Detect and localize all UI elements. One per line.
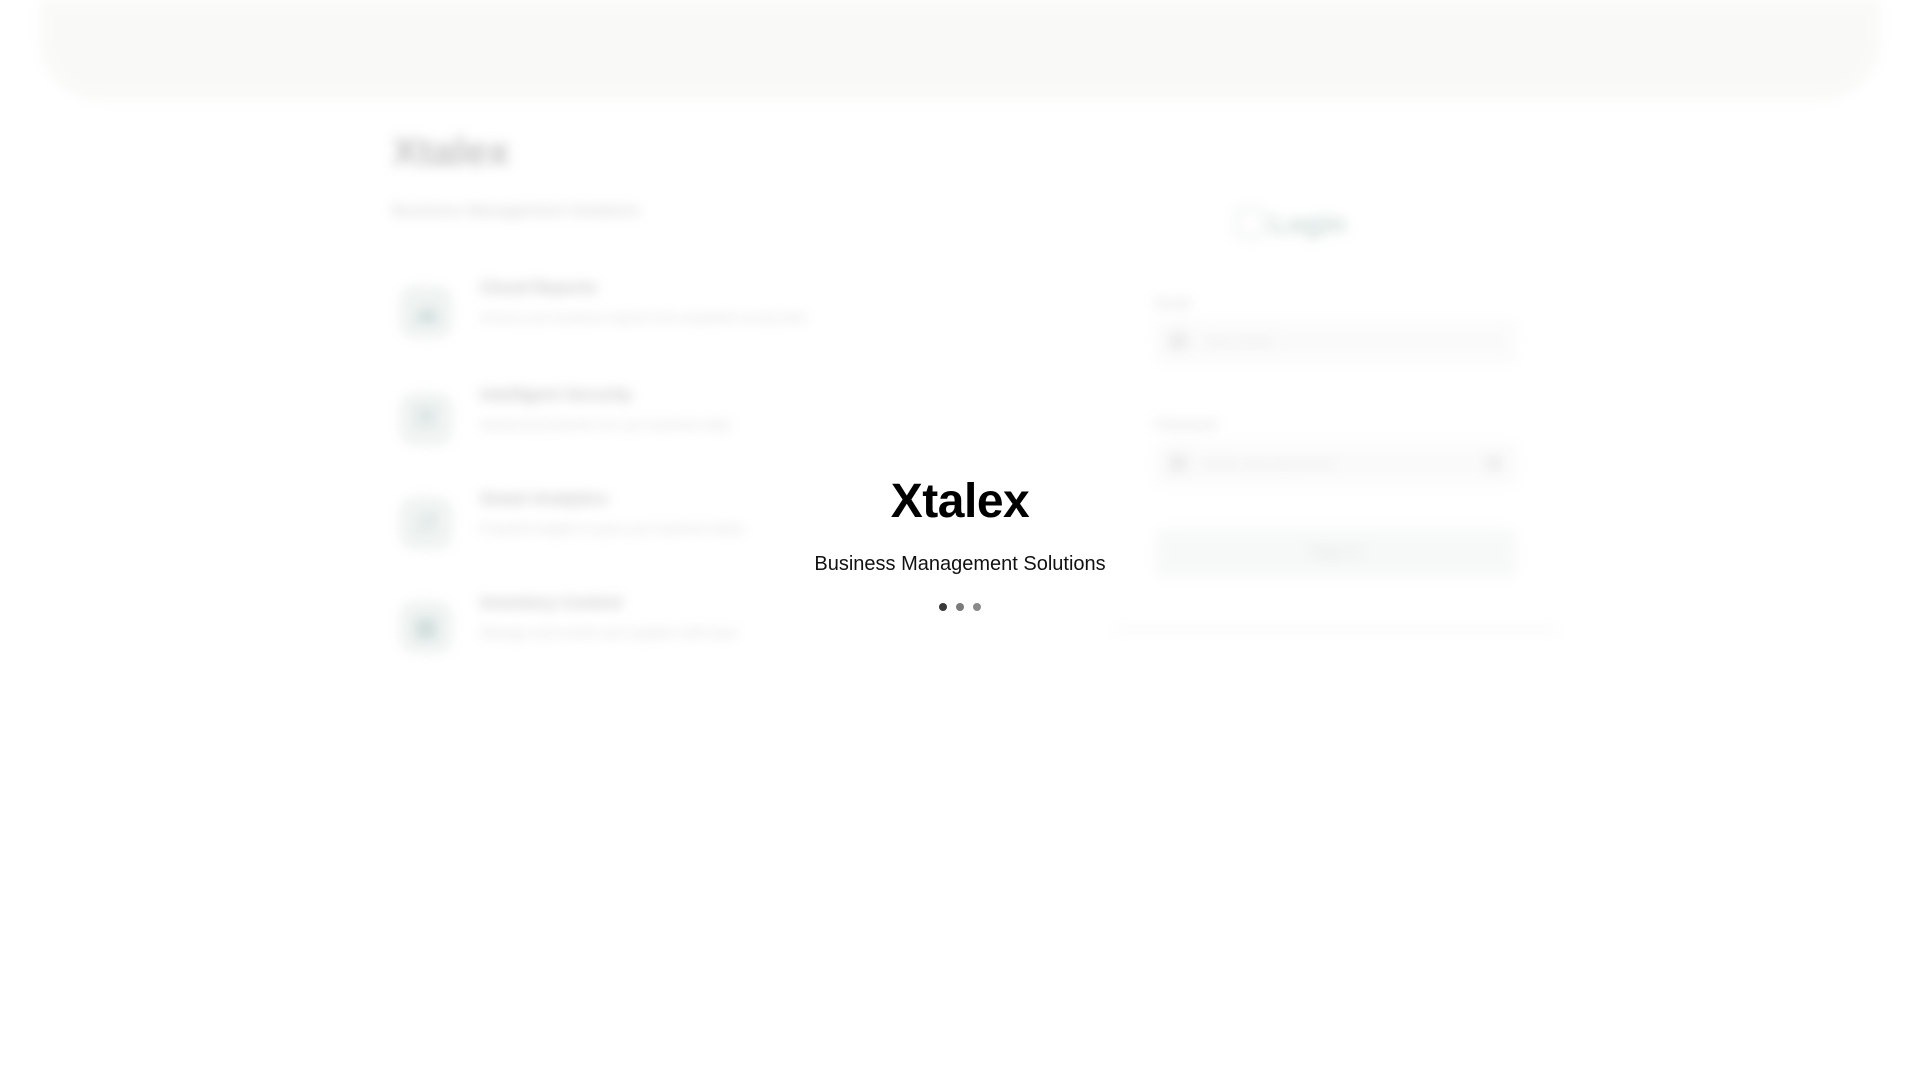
loading-dot	[956, 603, 964, 611]
splash-subtitle: Business Management Solutions	[814, 553, 1106, 575]
loading-dot	[939, 603, 947, 611]
app-root: Xtalex Business Management Solutions ☁ C…	[0, 0, 1920, 1080]
loading-splash: Xtalex Business Management Solutions	[0, 0, 1920, 1080]
splash-title: Xtalex	[890, 475, 1030, 528]
loading-dot	[973, 603, 981, 611]
loading-indicator	[939, 603, 981, 611]
